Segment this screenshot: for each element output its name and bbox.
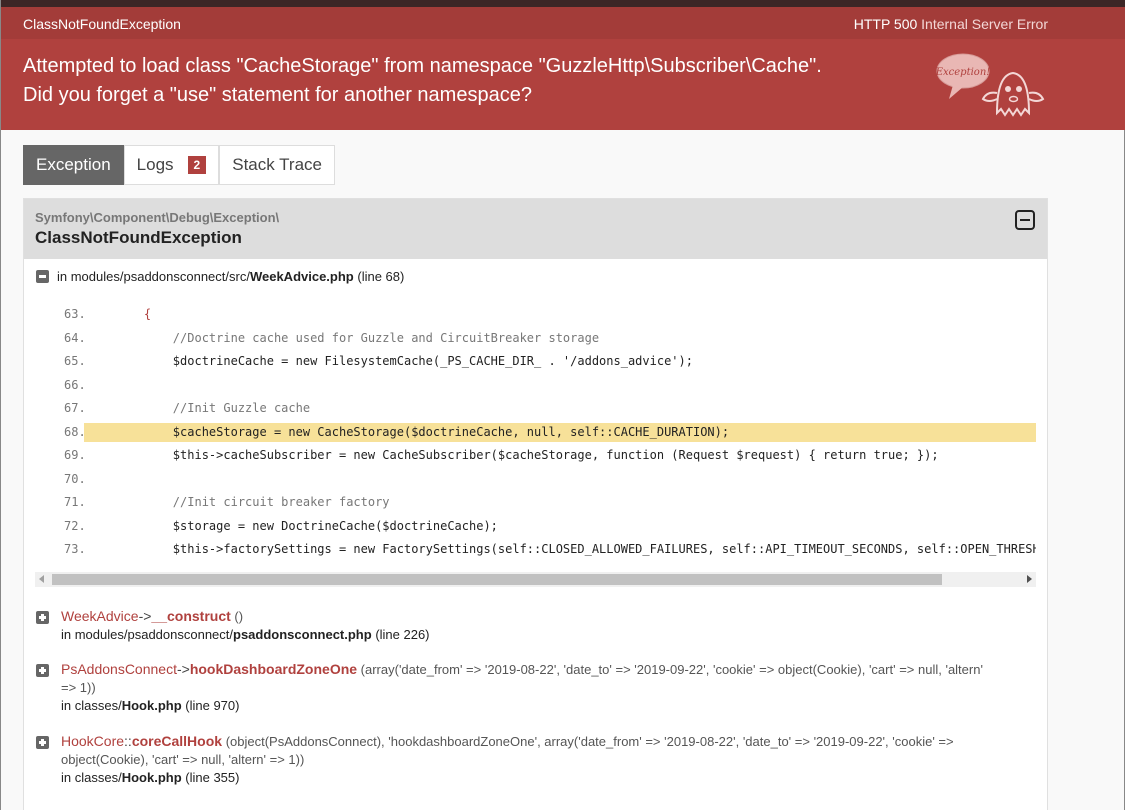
trace-location: in classes/Hook.php (line 355) <box>61 769 1036 787</box>
window-top-border <box>1 0 1125 7</box>
expand-trace-icon[interactable] <box>36 664 49 677</box>
trace-arrow: :: <box>124 733 132 749</box>
line-number: 65. <box>64 354 86 368</box>
line-source: //Init Guzzle cache <box>115 401 311 415</box>
location-line: (line 68) <box>357 269 405 284</box>
expand-trace-icon[interactable] <box>36 611 49 624</box>
line-number: 66. <box>64 377 86 392</box>
scrollbar-thumb[interactable] <box>52 574 942 585</box>
line-source: $cacheStorage = new CacheStorage($doctri… <box>115 424 730 439</box>
code-line: 72. $storage = new DoctrineCache($doctri… <box>24 515 1036 539</box>
tab-exception[interactable]: Exception <box>23 145 124 185</box>
code-line: 65. $doctrineCache = new FilesystemCache… <box>24 350 1036 374</box>
code-line-highlighted: 68. $cacheStorage = new CacheStorage($do… <box>24 421 1036 445</box>
exception-class-title: ClassNotFoundException <box>23 16 181 32</box>
trace-entry: WeekAdvice->__construct () in modules/ps… <box>36 607 1036 644</box>
exception-location: in modules/psaddonsconnect/src/WeekAdvic… <box>36 269 404 284</box>
tab-stack-trace-label: Stack Trace <box>232 155 322 174</box>
trace-location-prefix: in classes/ <box>61 698 122 713</box>
code-line: 69. $this->cacheSubscriber = new CacheSu… <box>24 444 1036 468</box>
line-number: 72. <box>64 518 86 533</box>
line-number: 63. <box>64 307 86 321</box>
trace-args: (object(PsAddonsConnect), 'hookdashboard… <box>225 734 954 749</box>
trace-arrow: -> <box>138 608 152 624</box>
trace-entry: HookCore::coreCallHook (object(PsAddonsC… <box>36 732 1036 787</box>
mascot-text: Exception! <box>935 67 991 78</box>
trace-method: __construct <box>151 608 231 624</box>
trace-file: psaddonsconnect.php <box>233 627 372 642</box>
code-line: 64. //Doctrine cache used for Guzzle and… <box>24 327 1036 351</box>
expand-trace-icon[interactable] <box>36 736 49 749</box>
trace-file: Hook.php <box>121 698 182 713</box>
source-code-excerpt: 63. {64. //Doctrine cache used for Guzzl… <box>24 303 1036 562</box>
message-line-2: Did you forget a "use" statement for ano… <box>23 84 532 106</box>
exception-name: ClassNotFoundException <box>35 228 242 247</box>
line-source: $this->factorySettings = new FactorySett… <box>115 542 1036 556</box>
scroll-left-icon[interactable] <box>39 575 44 583</box>
line-number: 69. <box>64 448 86 462</box>
collapse-source-toggle-icon[interactable] <box>36 270 49 284</box>
line-source: { <box>115 307 152 321</box>
logs-count-badge: 2 <box>187 156 207 174</box>
line-number: 64. <box>64 330 86 345</box>
code-line: 67. //Init Guzzle cache <box>24 397 1036 421</box>
code-line: 66. <box>24 374 1036 398</box>
line-source: //Init circuit breaker factory <box>115 495 390 509</box>
location-file: WeekAdvice.php <box>249 269 354 284</box>
code-line: 73. $this->factorySettings = new Factory… <box>24 538 1036 562</box>
trace-class: WeekAdvice <box>61 608 139 624</box>
line-source: $doctrineCache = new FilesystemCache(_PS… <box>115 354 693 368</box>
code-line: 63. { <box>24 303 1036 327</box>
location-prefix: in modules/psaddonsconnect/src/ <box>57 269 250 284</box>
trace-entry: PsAddonsConnect->hookDashboardZoneOne (a… <box>36 660 1036 715</box>
trace-args: () <box>234 609 244 624</box>
exception-namespace: Symfony\Component\Debug\Exception\ <box>35 210 280 225</box>
tab-stack-trace[interactable]: Stack Trace <box>219 145 335 185</box>
tab-exception-label: Exception <box>36 155 111 174</box>
trace-args-continued: => 1)) <box>61 680 96 695</box>
trace-location: in modules/psaddonsconnect/psaddonsconne… <box>61 626 1036 644</box>
line-source: $storage = new DoctrineCache($doctrineCa… <box>115 518 498 533</box>
collapse-panel-button[interactable] <box>1015 210 1035 230</box>
line-number: 67. <box>64 401 86 415</box>
scroll-right-icon[interactable] <box>1027 575 1032 583</box>
tab-logs[interactable]: Logs 2 <box>123 145 220 185</box>
line-source: //Doctrine cache used for Guzzle and Cir… <box>115 330 600 345</box>
tab-logs-label: Logs <box>136 155 174 174</box>
trace-location-prefix: in modules/psaddonsconnect/ <box>61 627 234 642</box>
trace-arrow: -> <box>176 661 190 677</box>
trace-location: in classes/Hook.php (line 970) <box>61 697 1036 715</box>
exception-panel: Symfony\Component\Debug\Exception\ Class… <box>23 198 1048 810</box>
trace-line: (line 226) <box>375 627 430 642</box>
line-number: 68. <box>64 424 86 439</box>
code-horizontal-scrollbar[interactable] <box>35 572 1036 587</box>
trace-args-continued: object(Cookie), 'cart' => null, 'altern'… <box>61 752 305 767</box>
message-line-1: Attempted to load class "CacheStorage" f… <box>23 55 822 77</box>
line-source: $this->cacheSubscriber = new CacheSubscr… <box>115 448 939 462</box>
error-header: ClassNotFoundException HTTP 500 Internal… <box>1 7 1125 130</box>
status-text: Internal Server Error <box>921 16 1048 32</box>
trace-line: (line 355) <box>185 770 240 785</box>
trace-args: (array('date_from' => '2019-08-22', 'dat… <box>360 662 983 677</box>
trace-method: hookDashboardZoneOne <box>189 661 358 677</box>
trace-line: (line 970) <box>185 698 240 713</box>
status-code: HTTP 500 <box>853 16 918 32</box>
trace-method: coreCallHook <box>131 733 223 749</box>
trace-location-prefix: in classes/ <box>61 770 122 785</box>
line-number: 70. <box>64 471 86 486</box>
http-status: HTTP 500 Internal Server Error <box>854 16 1048 32</box>
code-line: 70. <box>24 468 1036 492</box>
code-line: 71. //Init circuit breaker factory <box>24 491 1036 515</box>
status-bar: ClassNotFoundException HTTP 500 Internal… <box>1 7 1125 39</box>
exception-panel-header: Symfony\Component\Debug\Exception\ Class… <box>24 199 1047 259</box>
trace-file: Hook.php <box>121 770 182 785</box>
trace-class: PsAddonsConnect <box>61 661 177 677</box>
line-number: 73. <box>64 542 86 556</box>
tab-bar: Exception Logs 2 Stack Trace <box>23 145 335 185</box>
line-number: 71. <box>64 495 86 509</box>
exception-message: Attempted to load class "CacheStorage" f… <box>23 52 903 110</box>
trace-class: HookCore <box>61 733 125 749</box>
ghost-mascot-icon: Exception! <box>935 53 1045 117</box>
